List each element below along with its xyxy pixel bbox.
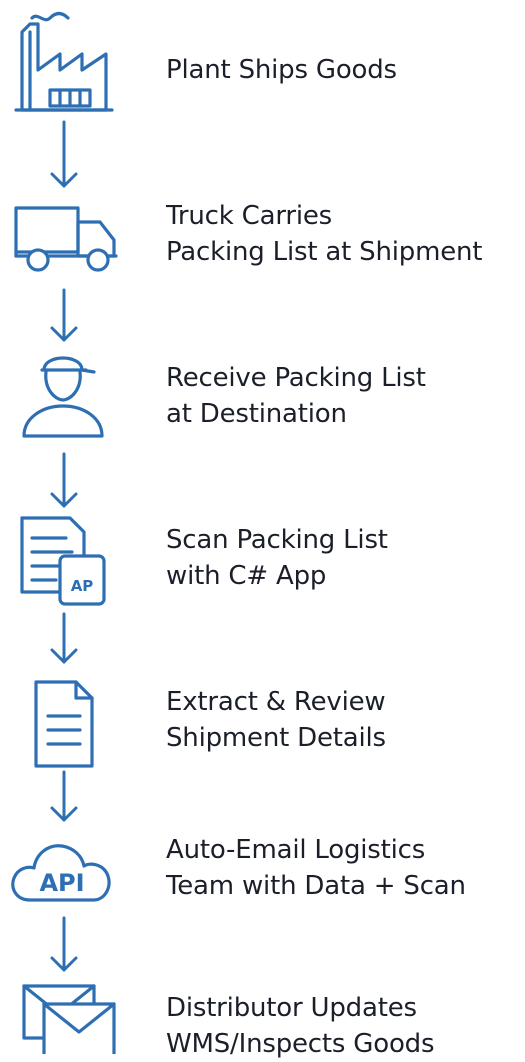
app-badge-label: AP: [70, 577, 94, 595]
document-app-icon: AP: [8, 508, 120, 618]
process-flow-diagram: Plant Ships Goods Truck Carries Packing …: [0, 0, 525, 1059]
arrow-down-icon: [44, 120, 84, 192]
step-label: Scan Packing List with C# App: [166, 525, 388, 591]
step-label: Truck Carries Packing List at Shipment: [166, 201, 483, 267]
step-receive-packing-list: Receive Packing List at Destination: [0, 340, 525, 450]
document-icon: [8, 668, 120, 778]
step-label: Extract & Review Shipment Details: [166, 687, 386, 753]
factory-icon: [8, 10, 120, 120]
arrow-down-icon: [44, 770, 84, 826]
person-cap-icon: [8, 340, 120, 450]
step-label: Auto-Email Logistics Team with Data + Sc…: [166, 835, 466, 901]
step-distributor-updates: Distributor Updates WMS/Inspects Goods: [0, 974, 525, 1059]
step-label: Plant Ships Goods: [166, 55, 397, 85]
arrow-down-icon: [44, 452, 84, 512]
step-extract-review: Extract & Review Shipment Details: [0, 668, 525, 778]
step-label: Distributor Updates WMS/Inspects Goods: [166, 993, 435, 1059]
step-label: Receive Packing List at Destination: [166, 363, 426, 429]
cloud-api-icon: API: [8, 820, 120, 930]
step-plant-ships-goods: Plant Ships Goods: [0, 10, 525, 120]
api-badge-label: API: [39, 869, 85, 897]
arrow-down-icon: [44, 288, 84, 346]
arrow-down-icon: [44, 612, 84, 668]
envelopes-icon: [8, 974, 120, 1054]
step-scan-packing-list: AP Scan Packing List with C# App: [0, 508, 525, 618]
step-auto-email-logistics: API Auto-Email Logistics Team with Data …: [0, 820, 525, 930]
arrow-down-icon: [44, 916, 84, 976]
